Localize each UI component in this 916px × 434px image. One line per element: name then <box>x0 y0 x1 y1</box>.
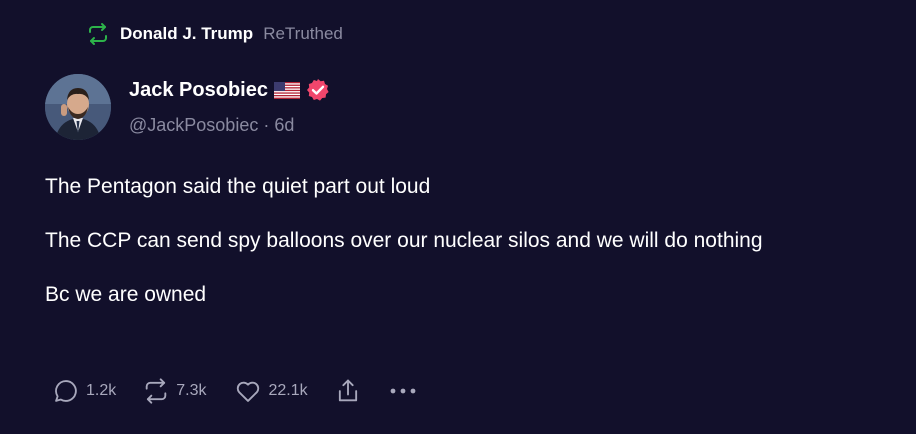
author-meta: @JackPosobiec · 6d <box>129 115 294 136</box>
like-count: 22.1k <box>268 382 308 399</box>
retruth-button[interactable]: 7.3k <box>142 377 207 405</box>
avatar[interactable] <box>45 74 111 140</box>
post-timestamp[interactable]: 6d <box>274 115 294 135</box>
more-icon <box>390 388 416 394</box>
post-paragraph: The Pentagon said the quiet part out lou… <box>45 175 431 198</box>
heart-icon <box>236 381 259 402</box>
verified-badge-icon <box>306 79 329 101</box>
reply-count: 1.2k <box>86 382 117 399</box>
retruth-user-name[interactable]: Donald J. Trump <box>120 24 253 44</box>
retruth-count: 7.3k <box>176 382 207 399</box>
post-paragraph: Bc we are owned <box>45 283 207 306</box>
retruth-action-icon <box>145 378 167 404</box>
retruth-label: ReTruthed <box>263 24 343 43</box>
retruth-header: Donald J. Trump ReTruthed <box>86 22 343 46</box>
share-icon <box>338 379 357 402</box>
us-flag-icon <box>273 81 300 99</box>
like-button[interactable]: 22.1k <box>233 377 308 405</box>
retruth-icon <box>89 23 107 45</box>
author-name-row: Jack Posobiec <box>129 78 330 102</box>
action-bar: 1.2k 7.3k 22.1k <box>52 376 444 406</box>
more-button[interactable] <box>388 386 418 396</box>
author-name[interactable]: Jack Posobiec <box>129 79 268 102</box>
post-paragraph: The CCP can send spy balloons over our n… <box>45 229 763 252</box>
post-body: The Pentagon said the quiet part out lou… <box>45 172 845 334</box>
share-button[interactable] <box>334 376 362 406</box>
reply-icon <box>55 380 77 402</box>
author-handle[interactable]: @JackPosobiec <box>129 115 258 135</box>
meta-separator: · <box>263 115 270 135</box>
reply-button[interactable]: 1.2k <box>52 377 116 405</box>
